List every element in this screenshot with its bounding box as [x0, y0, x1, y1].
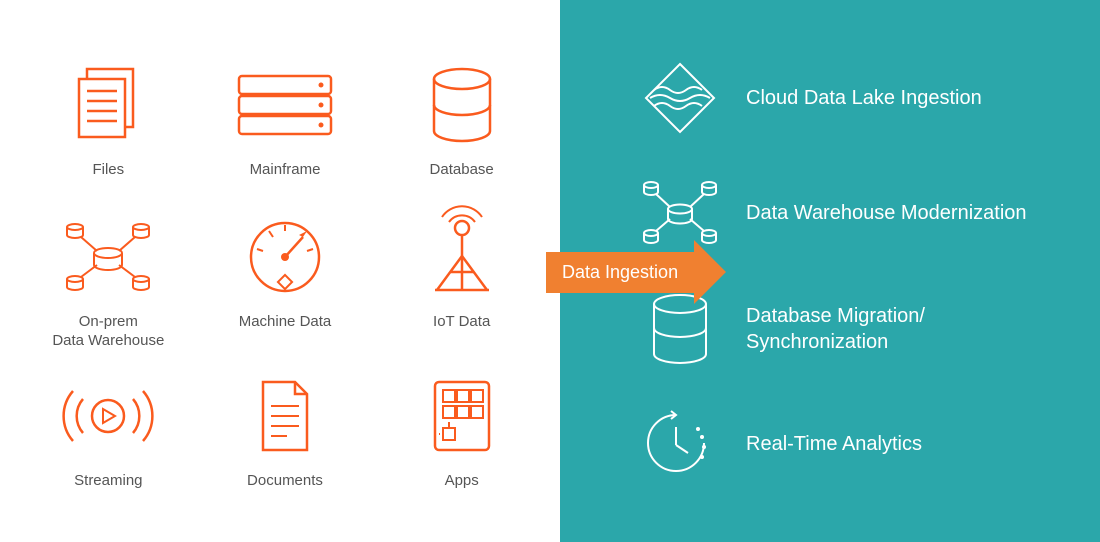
dest-label: Real-Time Analytics — [746, 431, 922, 457]
source-label: On-premData Warehouse — [52, 312, 164, 351]
realtime-icon — [640, 404, 720, 484]
source-onprem-dw: On-premData Warehouse — [30, 212, 187, 351]
machine-data-icon — [240, 212, 330, 302]
streaming-icon — [63, 371, 153, 461]
source-documents: Documents — [207, 371, 364, 503]
source-label: Streaming — [74, 471, 142, 491]
apps-icon — [417, 371, 507, 461]
sources-grid: Files Mainframe — [0, 0, 560, 542]
dest-datalake: Cloud Data Lake Ingestion — [640, 58, 1070, 138]
data-warehouse-icon — [63, 212, 153, 302]
datalake-icon — [640, 58, 720, 138]
iot-icon — [417, 212, 507, 302]
database-icon — [417, 60, 507, 150]
dest-label: Cloud Data Lake Ingestion — [746, 85, 982, 111]
source-streaming: Streaming — [30, 371, 187, 503]
source-label: Mainframe — [250, 160, 321, 180]
data-ingestion-arrow: Data Ingestion — [546, 240, 726, 304]
source-label: Machine Data — [239, 312, 332, 332]
dest-label: Database Migration/ Synchronization — [746, 303, 1070, 355]
dest-realtime: Real-Time Analytics — [640, 404, 1070, 484]
source-label: IoT Data — [433, 312, 490, 332]
source-label: Database — [430, 160, 494, 180]
source-label: Files — [92, 160, 124, 180]
arrow-label: Data Ingestion — [546, 252, 694, 293]
source-database: Database — [383, 60, 540, 192]
mainframe-icon — [240, 60, 330, 150]
arrow-head-icon — [694, 240, 726, 304]
source-files: Files — [30, 60, 187, 192]
source-apps: Apps — [383, 371, 540, 503]
source-machine-data: Machine Data — [207, 212, 364, 351]
source-mainframe: Mainframe — [207, 60, 364, 192]
dest-label: Data Warehouse Modernization — [746, 200, 1027, 226]
source-iot: IoT Data — [383, 212, 540, 351]
source-label: Apps — [445, 471, 479, 491]
files-icon — [63, 60, 153, 150]
documents-icon — [240, 371, 330, 461]
source-label: Documents — [247, 471, 323, 491]
